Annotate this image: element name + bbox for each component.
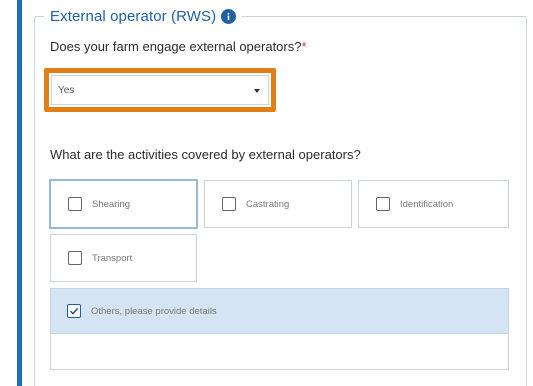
option-castrating[interactable]: Castrating [204,180,352,228]
chevron-down-icon [254,89,260,93]
option-label: Identification [400,198,454,210]
option-identification[interactable]: Identification [358,180,509,228]
question-activities: What are the activities covered by exter… [50,147,361,162]
option-shearing[interactable]: Shearing [50,180,197,228]
section-title: External operator (RWS) [50,7,217,25]
left-accent-bar [17,0,22,386]
checkbox-identification[interactable] [376,197,390,211]
option-transport[interactable]: Transport [50,234,197,282]
checkbox-castrating[interactable] [222,197,236,211]
checkbox-shearing[interactable] [68,197,82,211]
option-others[interactable]: Others, please provide details [50,288,509,334]
required-marker: * [301,39,307,54]
checkbox-others[interactable] [67,304,81,318]
select-value: Yes [58,84,75,96]
checkbox-transport[interactable] [68,251,82,265]
engage-external-operators-select[interactable]: Yes [51,75,269,105]
form-page: External operator (RWS) Does your farm e… [0,0,533,386]
checkmark-icon [69,307,79,315]
info-icon-glyph [227,12,230,20]
question-external-operators: Does your farm engage external operators… [50,39,307,54]
info-circle-icon[interactable] [221,8,237,24]
option-label: Castrating [246,198,290,210]
option-label: Others, please provide details [91,305,217,317]
others-details-input[interactable] [50,334,509,370]
question-label: Does your farm engage external operators… [50,39,302,54]
section-legend: External operator (RWS) [44,4,243,28]
option-label: Shearing [92,198,131,210]
option-label: Transport [92,252,133,264]
